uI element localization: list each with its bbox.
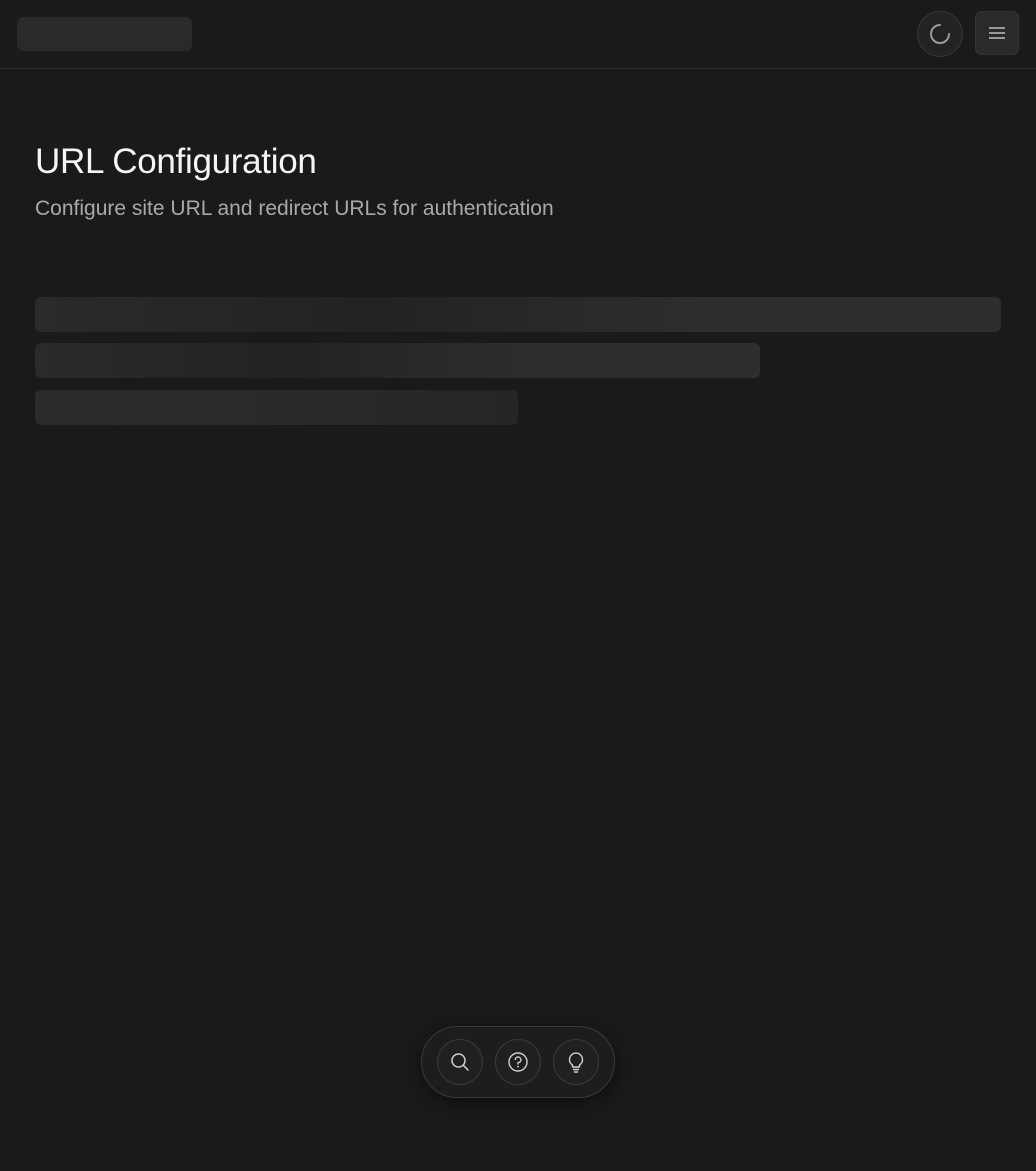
page-subtitle: Configure site URL and redirect URLs for… (35, 197, 554, 220)
lightbulb-icon (566, 1051, 586, 1073)
top-bar (0, 0, 1036, 69)
page-title: URL Configuration (35, 142, 317, 181)
hamburger-menu-icon (989, 27, 1005, 39)
search-button[interactable] (437, 1039, 483, 1085)
loading-spinner-icon (929, 23, 951, 45)
floating-toolbar (421, 1026, 615, 1098)
loading-skeleton-line (35, 390, 518, 425)
menu-button[interactable] (975, 11, 1019, 55)
search-icon (450, 1052, 470, 1072)
help-button[interactable] (495, 1039, 541, 1085)
loading-skeleton-line (35, 297, 1001, 332)
logo-skeleton (17, 17, 192, 51)
help-circle-icon (507, 1051, 529, 1073)
tips-button[interactable] (553, 1039, 599, 1085)
loading-button[interactable] (917, 11, 963, 57)
loading-skeleton-line (35, 343, 760, 378)
